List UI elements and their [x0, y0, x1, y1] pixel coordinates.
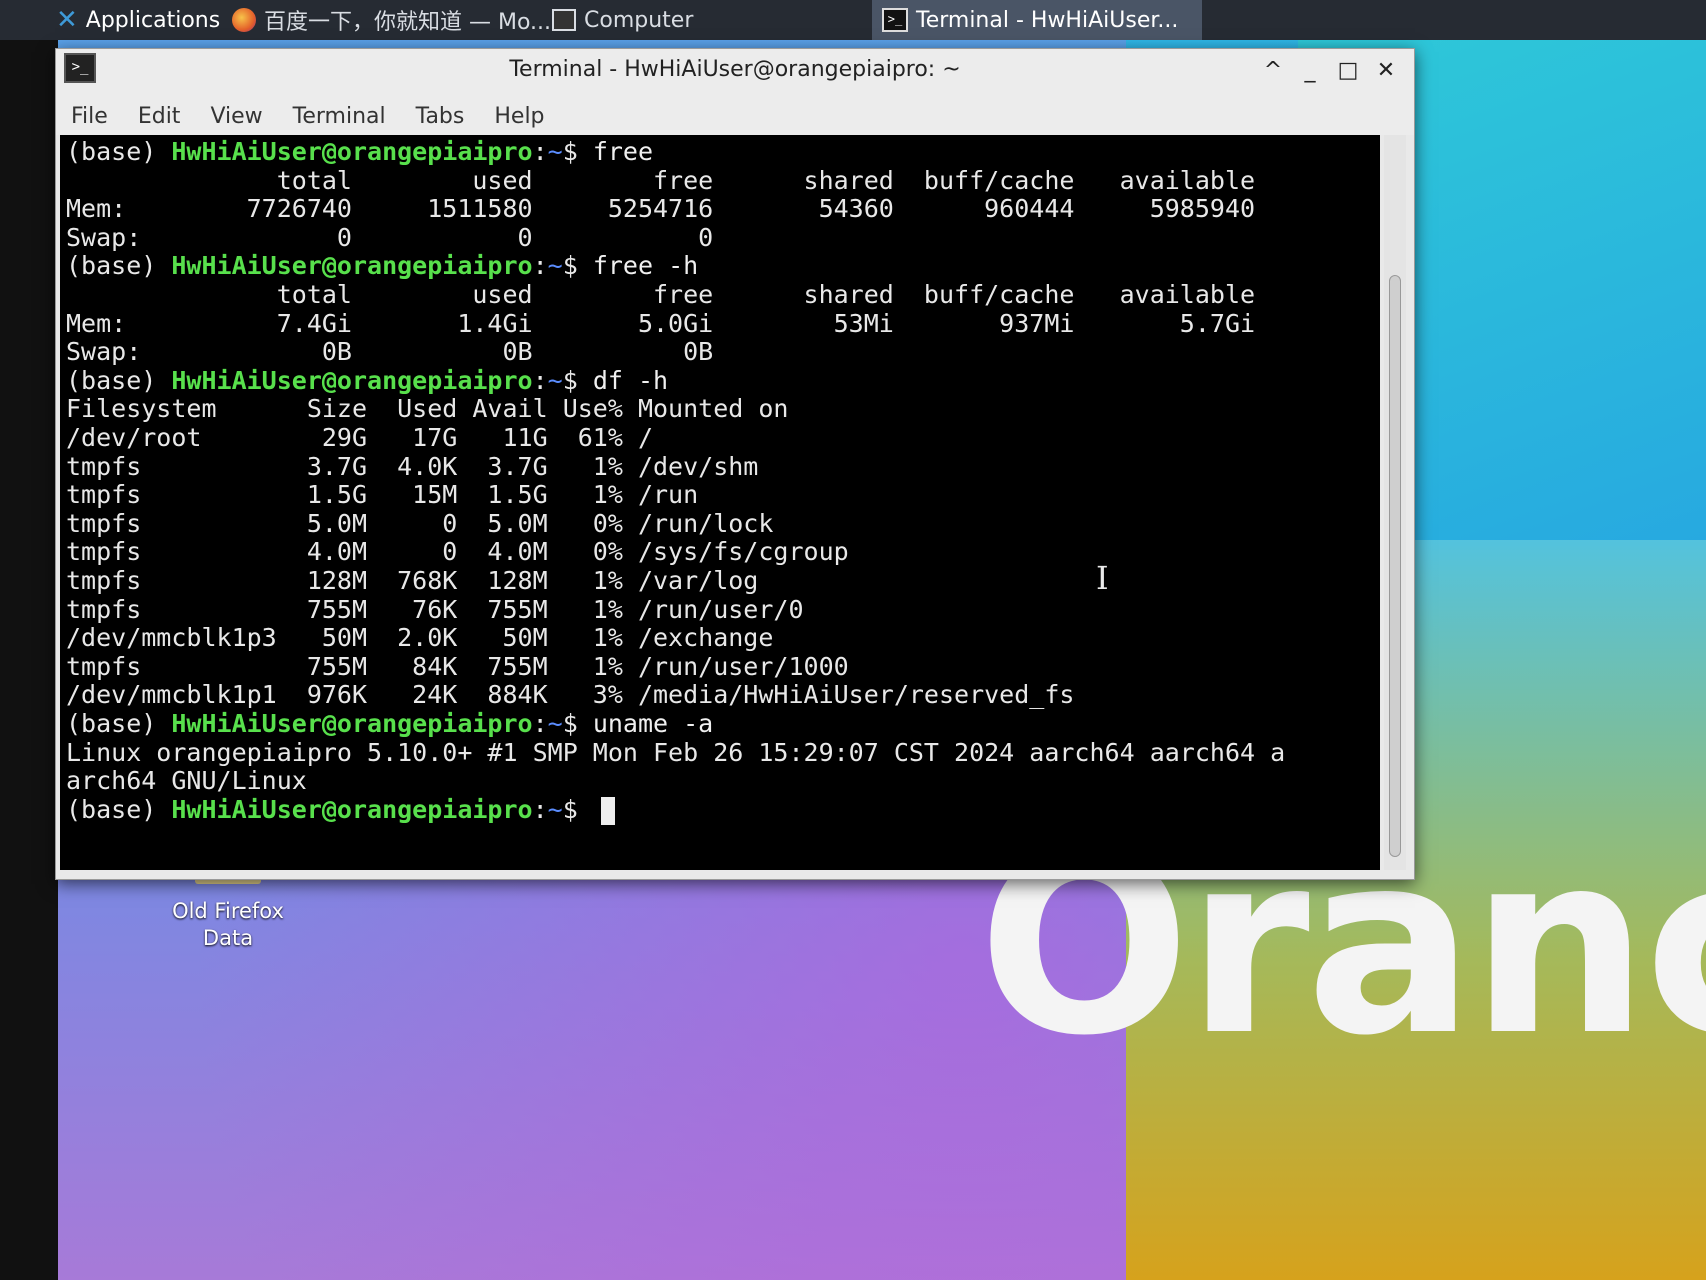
menu-view[interactable]: View — [195, 104, 277, 129]
shade-button[interactable]: ^ — [1259, 57, 1287, 85]
prompt-separator: : — [532, 365, 548, 395]
applications-menu-button[interactable]: ✕ Applications ⋮ — [56, 0, 250, 40]
taskbar-firefox-label: 百度一下，你就知道 — Mo... — [264, 10, 552, 35]
prompt-userhost: HwHiAiUser@orangepiaipro — [171, 365, 533, 395]
terminal-output-line: Swap: 0 0 0 — [66, 222, 714, 252]
prompt-path: ~ — [547, 137, 563, 166]
prompt-dollar: $ — [562, 365, 593, 395]
scrollbar[interactable] — [1384, 135, 1406, 870]
window-titlebar[interactable]: >_ Terminal - HwHiAiUser@orangepiaipro: … — [56, 49, 1414, 97]
prompt-env: (base) — [66, 137, 172, 166]
prompt-dollar: $ — [562, 251, 593, 281]
terminal-output-line: Swap: 0B 0B 0B — [66, 337, 714, 367]
terminal-prompt-line: (base) HwHiAiUser@orangepiaipro:~$ — [66, 795, 615, 825]
terminal-command: free — [592, 137, 654, 166]
taskbar-computer-label: Computer — [584, 7, 694, 33]
prompt-separator: : — [532, 794, 548, 824]
terminal-cursor — [600, 796, 615, 825]
terminal-output-line: Filesystem Size Used Avail Use% Mounted … — [66, 394, 789, 424]
maximize-button[interactable]: □ — [1334, 57, 1362, 85]
prompt-path: ~ — [547, 251, 563, 281]
prompt-path: ~ — [547, 794, 563, 824]
terminal-output-line: total used free shared buff/cache availa… — [66, 280, 1256, 309]
close-button[interactable]: ✕ — [1372, 57, 1400, 85]
terminal-output-line: tmpfs 5.0M 0 5.0M 0% /run/lock — [66, 508, 774, 538]
terminal-output-line: tmpfs 1.5G 15M 1.5G 1% /run — [66, 480, 699, 510]
terminal-command: uname -a — [592, 709, 714, 738]
terminal-output-line: tmpfs 3.7G 4.0K 3.7G 1% /dev/shm — [66, 451, 759, 481]
prompt-path: ~ — [547, 365, 563, 395]
prompt-dollar: $ — [562, 794, 593, 824]
terminal-prompt-line: (base) HwHiAiUser@orangepiaipro:~$ df -h — [66, 366, 668, 396]
menu-help[interactable]: Help — [479, 104, 559, 129]
terminal-output-line: arch64 GNU/Linux — [66, 766, 307, 796]
prompt-separator: : — [532, 137, 548, 166]
terminal-icon: >_ — [882, 8, 908, 32]
desktop-icon-old-firefox-data[interactable]: Old Firefox Data — [158, 870, 298, 952]
prompt-env: (base) — [66, 251, 172, 281]
prompt-userhost: HwHiAiUser@orangepiaipro — [171, 137, 533, 166]
prompt-userhost: HwHiAiUser@orangepiaipro — [171, 709, 533, 738]
minimize-button[interactable]: _ — [1296, 57, 1324, 85]
menu-file[interactable]: File — [56, 104, 123, 129]
taskbar-computer-button[interactable]: Computer — [552, 0, 693, 40]
terminal-output-line: Mem: 7.4Gi 1.4Gi 5.0Gi 53Mi 937Mi 5.7Gi — [66, 308, 1256, 338]
terminal-output-line: Mem: 7726740 1511580 5254716 54360 96044… — [66, 194, 1256, 224]
desktop-icon-label: Old Firefox — [172, 899, 284, 923]
terminal-output-line: /dev/mmcblk1p3 50M 2.0K 50M 1% /exchange — [66, 623, 774, 653]
scrollbar-thumb[interactable] — [1389, 275, 1401, 857]
menu-edit[interactable]: Edit — [123, 104, 196, 129]
prompt-dollar: $ — [562, 709, 593, 738]
window-title: Terminal - HwHiAiUser@orangepiaipro: ~ — [509, 57, 961, 82]
terminal-output-line: tmpfs 4.0M 0 4.0M 0% /sys/fs/cgroup — [66, 537, 849, 567]
terminal-command: df -h — [592, 365, 669, 395]
prompt-path: ~ — [547, 709, 563, 738]
firefox-icon — [232, 8, 256, 32]
terminal-output-line: tmpfs 128M 768K 128M 1% /var/log — [66, 566, 759, 595]
prompt-env: (base) — [66, 709, 172, 738]
terminal-prompt-line: (base) HwHiAiUser@orangepiaipro:~$ free … — [66, 251, 698, 281]
terminal-command: free -h — [592, 251, 699, 281]
terminal-output-line: /dev/root 29G 17G 11G 61% / — [66, 423, 653, 452]
prompt-separator: : — [532, 709, 548, 738]
applications-label: Applications — [85, 7, 221, 33]
menu-tabs[interactable]: Tabs — [401, 104, 480, 129]
terminal-prompt-line: (base) HwHiAiUser@orangepiaipro:~$ uname… — [66, 709, 713, 739]
taskbar-firefox-button[interactable]: 百度一下，你就知道 — Mo... — [232, 0, 551, 40]
terminal-window: >_ Terminal - HwHiAiUser@orangepiaipro: … — [55, 48, 1415, 880]
prompt-userhost: HwHiAiUser@orangepiaipro — [171, 794, 533, 824]
xfce-logo-icon: ✕ — [56, 5, 78, 35]
taskbar: ✕ Applications ⋮ 百度一下，你就知道 — Mo... Compu… — [0, 0, 1706, 40]
desktop-icon-label-line2: Data — [202, 926, 254, 950]
taskbar-terminal-label: Terminal - HwHiAiUser... — [916, 7, 1179, 33]
prompt-env: (base) — [66, 365, 172, 395]
text-cursor-ibeam-icon: I — [1096, 559, 1109, 597]
prompt-env: (base) — [66, 794, 172, 824]
terminal-output-line: tmpfs 755M 76K 755M 1% /run/user/0 — [66, 594, 804, 624]
prompt-dollar: $ — [562, 137, 593, 166]
terminal-output-area[interactable]: (base) HwHiAiUser@orangepiaipro:~$ free … — [60, 135, 1380, 870]
prompt-separator: : — [532, 251, 548, 281]
terminal-output-line: total used free shared buff/cache availa… — [66, 165, 1256, 195]
terminal-output-line: /dev/mmcblk1p1 976K 24K 884K 3% /media/H… — [66, 680, 1075, 710]
menu-bar: File Edit View Terminal Tabs Help — [56, 97, 1414, 135]
terminal-prompt-line: (base) HwHiAiUser@orangepiaipro:~$ free — [66, 137, 653, 167]
terminal-output-line: Linux orangepiaipro 5.10.0+ #1 SMP Mon F… — [66, 737, 1286, 767]
computer-icon — [552, 9, 576, 31]
taskbar-terminal-button[interactable]: >_ Terminal - HwHiAiUser... — [872, 0, 1202, 40]
terminal-output-line: tmpfs 755M 84K 755M 1% /run/user/1000 — [66, 651, 849, 681]
menu-terminal[interactable]: Terminal — [278, 104, 401, 129]
prompt-userhost: HwHiAiUser@orangepiaipro — [171, 251, 533, 281]
